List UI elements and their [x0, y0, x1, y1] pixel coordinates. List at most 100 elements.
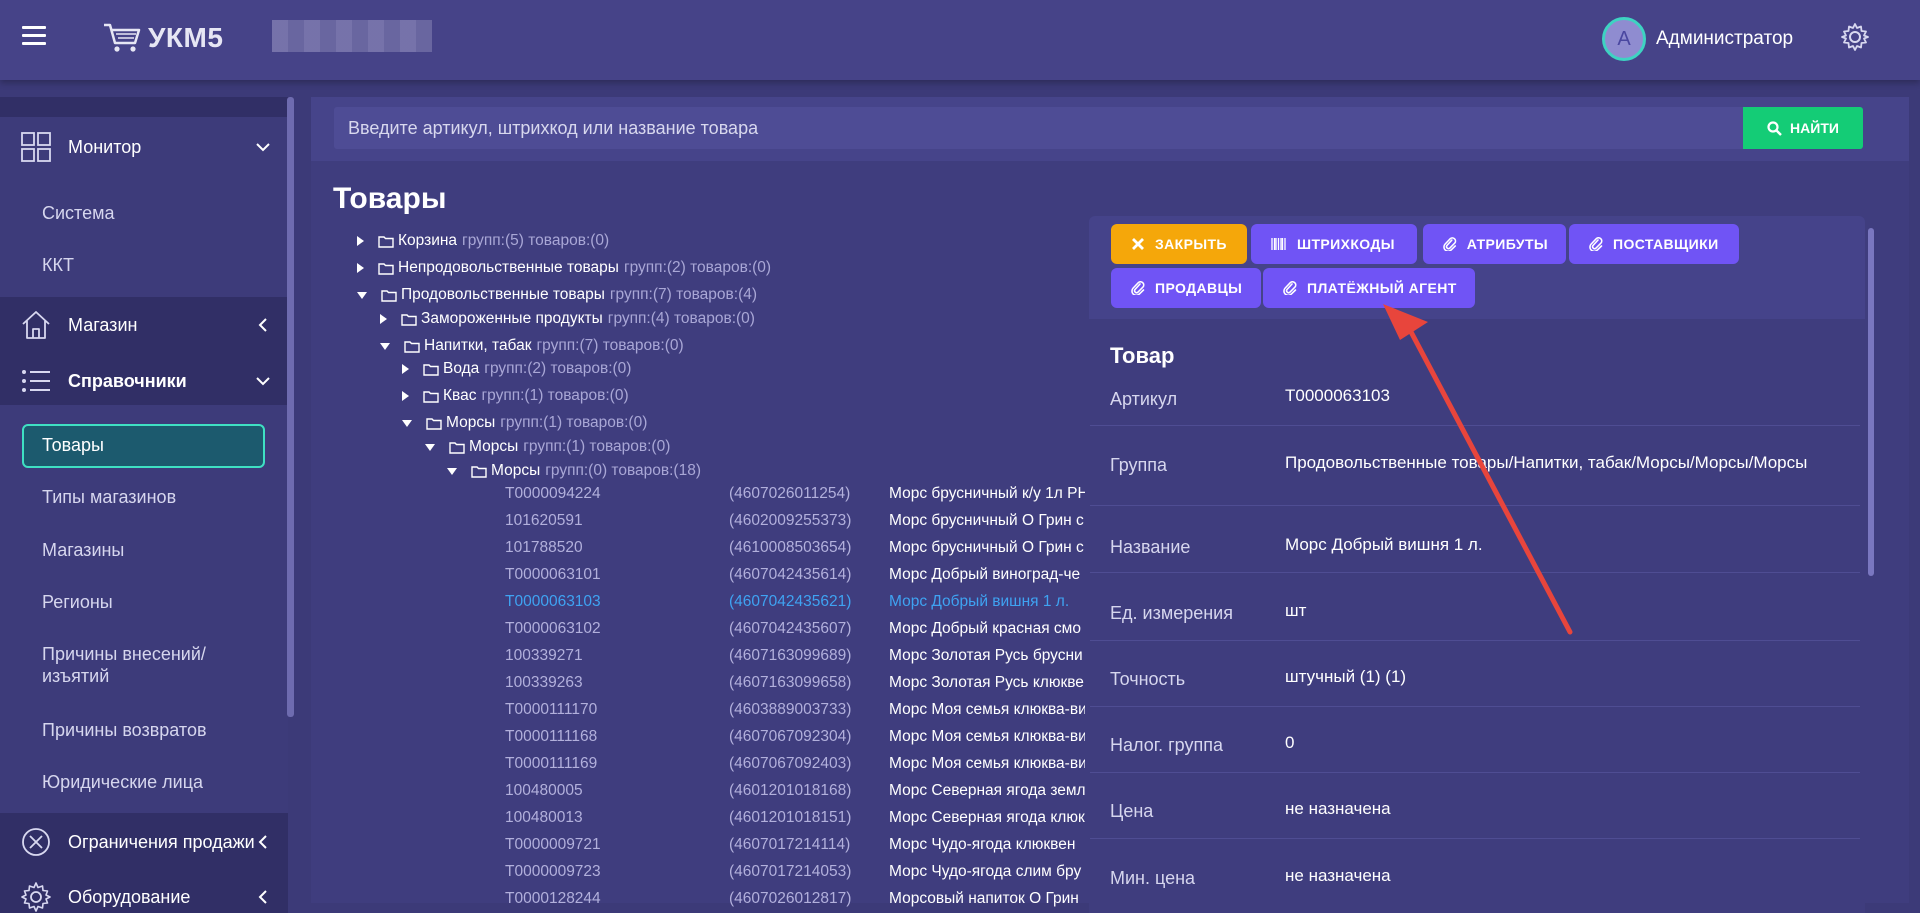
sidebar-item-kkt[interactable]: ККТ	[42, 255, 74, 276]
panel-scrollbar[interactable]	[1868, 228, 1874, 576]
table-row[interactable]: T0000111169 (4607067092403) Морс Моя семья…	[505, 755, 1085, 777]
table-row[interactable]: 100339263 (4607163099658) Морс Золотая Рус…	[505, 674, 1085, 696]
gear-icon[interactable]	[1840, 22, 1870, 52]
table-row[interactable]: T0000111170 (4603889003733) Морс Моя семья…	[505, 701, 1085, 723]
table-row[interactable]: 101620591 (4602009255373) Морс брусничный …	[505, 512, 1085, 534]
product-barcode: (4607042435621)	[729, 593, 852, 610]
tree-node-meta: групп:(7) товаров:(4)	[609, 286, 758, 303]
suppliers-button[interactable]: ПОСТАВЩИКИ	[1569, 224, 1739, 264]
table-row[interactable]: T0000063102 (4607042435607) Морс Добрый кр…	[505, 620, 1085, 642]
tree-node-name: Замороженные продукты	[421, 310, 603, 327]
sidebar-scrollbar[interactable]	[287, 97, 294, 717]
field-value-tax-group: 0	[1285, 733, 1295, 752]
sidebar-item-deposit-reasons[interactable]: Причины внесений/	[42, 644, 206, 665]
page-title: Товары	[333, 182, 447, 215]
sidebar-item-deposit-reasons-line2[interactable]: изъятий	[42, 666, 109, 687]
table-row[interactable]: T0000111168 (4607067092304) Морс Моя семья…	[505, 728, 1085, 750]
caret-right-icon[interactable]	[402, 364, 409, 374]
product-name: Морс Добрый виноград-че	[889, 566, 1081, 583]
sidebar-item-label: Ограничения продажи	[68, 831, 255, 852]
attributes-button-label: АТРИБУТЫ	[1466, 236, 1548, 252]
user-name[interactable]: Администратор	[1656, 28, 1793, 50]
sidebar-item-system[interactable]: Система	[42, 203, 115, 224]
tree-node[interactable]: Непродовольственные товары групп:(2) това…	[357, 259, 771, 277]
caret-right-icon[interactable]	[357, 236, 364, 246]
close-icon	[1132, 238, 1144, 250]
table-row[interactable]: T0000009723 (4607017214053) Морс Чудо-ягод…	[505, 863, 1085, 885]
search-button-label: НАЙТИ	[1790, 120, 1839, 136]
sidebar-item-return-reasons[interactable]: Причины возвратов	[42, 720, 207, 741]
tree-node[interactable]: Напитки, табак групп:(7) товаров:(0)	[380, 337, 684, 355]
tree-node-meta: групп:(7) товаров:(0)	[536, 337, 684, 354]
tree-node[interactable]: Замороженные продукты групп:(4) товаров:(…	[380, 310, 755, 328]
product-name: Морс Северная ягода клюк	[889, 809, 1085, 826]
product-name: Морс Добрый красная смо	[889, 620, 1081, 637]
caret-down-icon[interactable]	[425, 443, 435, 451]
field-value-min-price: не назначена	[1285, 866, 1391, 885]
product-name: Морс Моя семья клюква-ви	[889, 701, 1085, 718]
table-row[interactable]: 100480013 (4601201018151) Морс Северная яг…	[505, 809, 1085, 831]
sidebar-item-shop[interactable]: Магазин	[0, 308, 288, 342]
barcodes-button[interactable]: ШТРИХКОДЫ	[1251, 224, 1417, 264]
table-row[interactable]: T0000128244 (4607026012817) Морсовый напит…	[505, 890, 1085, 912]
tree-node[interactable]: Корзина групп:(5) товаров:(0)	[357, 232, 609, 250]
search-icon	[1767, 120, 1782, 136]
field-label-unit: Ед. измерения	[1110, 603, 1233, 623]
search-input[interactable]	[334, 107, 1744, 149]
product-barcode: (4607163099689)	[729, 647, 852, 664]
table-row[interactable]: 100339271 (4607163099689) Морс Золотая Рус…	[505, 647, 1085, 669]
table-row[interactable]: T0000094224 (4607026011254) Морс брусничны…	[505, 485, 1085, 507]
search-button[interactable]: НАЙТИ	[1743, 107, 1863, 149]
product-article: T0000009723	[505, 863, 601, 880]
product-barcode: (4607067092403)	[729, 755, 852, 772]
tree-node[interactable]: Квас групп:(1) товаров:(0)	[402, 387, 629, 405]
caret-down-icon[interactable]	[447, 467, 457, 475]
divider	[1090, 572, 1860, 573]
product-barcode: (4607017214114)	[729, 836, 851, 853]
product-barcode: (4607026011254)	[729, 485, 851, 502]
table-row[interactable]: 101788520 (4610008503654) Морс брусничный …	[505, 539, 1085, 561]
product-name: Морс Золотая Русь клюкве	[889, 674, 1084, 691]
table-row[interactable]: T0000009721 (4607017214114) Морс Чудо-ягод…	[505, 836, 1085, 858]
field-label-price: Цена	[1110, 801, 1154, 821]
close-button[interactable]: ЗАКРЫТЬ	[1111, 224, 1247, 264]
caret-right-icon[interactable]	[380, 314, 387, 324]
tree-node[interactable]: Продовольственные товары групп:(7) товаро…	[357, 286, 757, 304]
caret-right-icon[interactable]	[402, 391, 409, 401]
sidebar-item-sales-limits[interactable]: Ограничения продажи	[0, 825, 288, 859]
table-row[interactable]: 100480005 (4601201018168) Морс Северная яг…	[505, 782, 1085, 804]
logo[interactable]: УКМ5	[102, 20, 223, 56]
caret-down-icon[interactable]	[357, 291, 367, 299]
product-article: T0000063101	[505, 566, 601, 583]
tree-node[interactable]: Вода групп:(2) товаров:(0)	[402, 360, 631, 378]
caret-right-icon[interactable]	[357, 263, 364, 273]
product-name: Морс Моя семья клюква-ви	[889, 755, 1085, 772]
sidebar-item-regions[interactable]: Регионы	[42, 592, 113, 613]
sidebar-item-products[interactable]: Товары	[42, 435, 104, 456]
sidebar-item-monitor[interactable]: Монитор	[0, 130, 288, 164]
tree-node[interactable]: Морсы групп:(1) товаров:(0)	[402, 414, 647, 432]
avatar[interactable]: А	[1602, 17, 1646, 61]
product-article: T0000111169	[505, 755, 598, 772]
product-name: Морс брусничный О Грин с	[889, 512, 1084, 529]
product-barcode: (4601201018168)	[729, 782, 852, 799]
caret-down-icon[interactable]	[380, 342, 390, 350]
attributes-button[interactable]: АТРИБУТЫ	[1423, 224, 1566, 264]
sellers-button[interactable]: ПРОДАВЦЫ	[1111, 268, 1261, 308]
field-label-name: Название	[1110, 537, 1191, 557]
tree-node[interactable]: Морсы групп:(0) товаров:(18)	[447, 462, 701, 480]
payment-agent-button[interactable]: ПЛАТЁЖНЫЙ АГЕНТ	[1263, 268, 1475, 308]
tree-node[interactable]: Морсы групп:(1) товаров:(0)	[425, 438, 670, 456]
caret-down-icon[interactable]	[402, 419, 412, 427]
blurred-store-name	[272, 20, 432, 52]
table-row[interactable]: T0000063103 (4607042435621) Морс Добрый ви…	[505, 593, 1085, 615]
barcode-icon	[1271, 238, 1286, 250]
sidebar-item-legal-entities[interactable]: Юридические лица	[42, 772, 203, 793]
sidebar-item-equipment[interactable]: Оборудование	[0, 880, 288, 913]
hamburger-menu-icon[interactable]	[22, 26, 46, 46]
sidebar-item-store-types[interactable]: Типы магазинов	[42, 487, 176, 508]
table-row[interactable]: T0000063101 (4607042435614) Морс Добрый ви…	[505, 566, 1085, 588]
sidebar-item-directories[interactable]: Справочники	[0, 364, 288, 398]
folder-icon	[404, 340, 420, 353]
sidebar-item-stores[interactable]: Магазины	[42, 540, 124, 561]
